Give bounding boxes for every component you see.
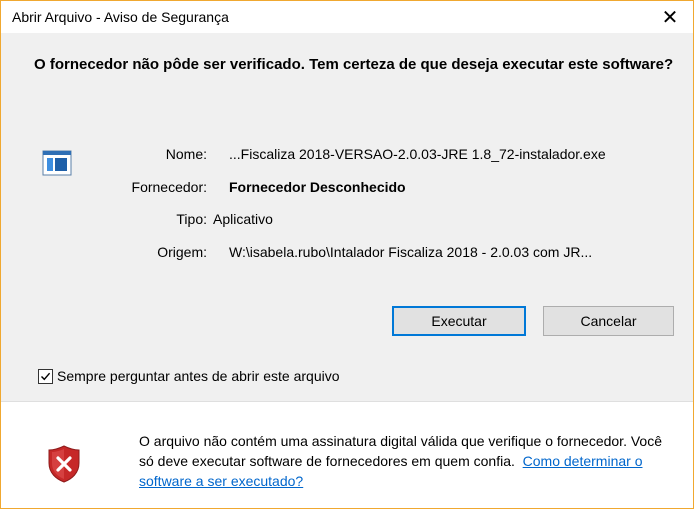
close-icon: ✕ xyxy=(661,6,679,29)
type-value: Aplicativo xyxy=(213,211,273,227)
publisher-label: Fornecedor: xyxy=(131,179,207,195)
name-label: Nome: xyxy=(165,146,207,162)
name-value: ...Fiscaliza 2018-VERSAO-2.0.03-JRE 1.8_… xyxy=(229,146,606,162)
run-button[interactable]: Executar xyxy=(392,306,526,336)
origin-value: W:\isabela.rubo\Intalador Fiscaliza 2018… xyxy=(229,244,593,260)
publisher-value: Fornecedor Desconhecido xyxy=(229,179,406,195)
application-icon xyxy=(42,148,72,178)
type-label: Tipo: xyxy=(176,211,207,227)
security-question: O fornecedor não pôde ser verificado. Te… xyxy=(34,56,674,73)
cancel-button[interactable]: Cancelar xyxy=(543,306,674,336)
title-bar: Abrir Arquivo - Aviso de Segurança ✕ xyxy=(1,1,693,33)
window-title: Abrir Arquivo - Aviso de Segurança xyxy=(12,9,229,25)
shield-error-icon xyxy=(47,445,81,483)
always-ask-checkbox-row[interactable]: Sempre perguntar antes de abrir este arq… xyxy=(38,368,340,384)
security-warning-dialog: Abrir Arquivo - Aviso de Segurança ✕ O f… xyxy=(0,0,694,509)
origin-label: Origem: xyxy=(157,244,207,260)
close-button[interactable]: ✕ xyxy=(647,1,693,33)
always-ask-checkbox[interactable] xyxy=(38,368,53,384)
always-ask-label: Sempre perguntar antes de abrir este arq… xyxy=(57,368,340,384)
run-button-label: Executar xyxy=(431,313,487,329)
checkmark-icon xyxy=(41,372,51,380)
cancel-button-label: Cancelar xyxy=(580,313,637,329)
warning-message: O arquivo não contém uma assinatura digi… xyxy=(139,431,679,491)
